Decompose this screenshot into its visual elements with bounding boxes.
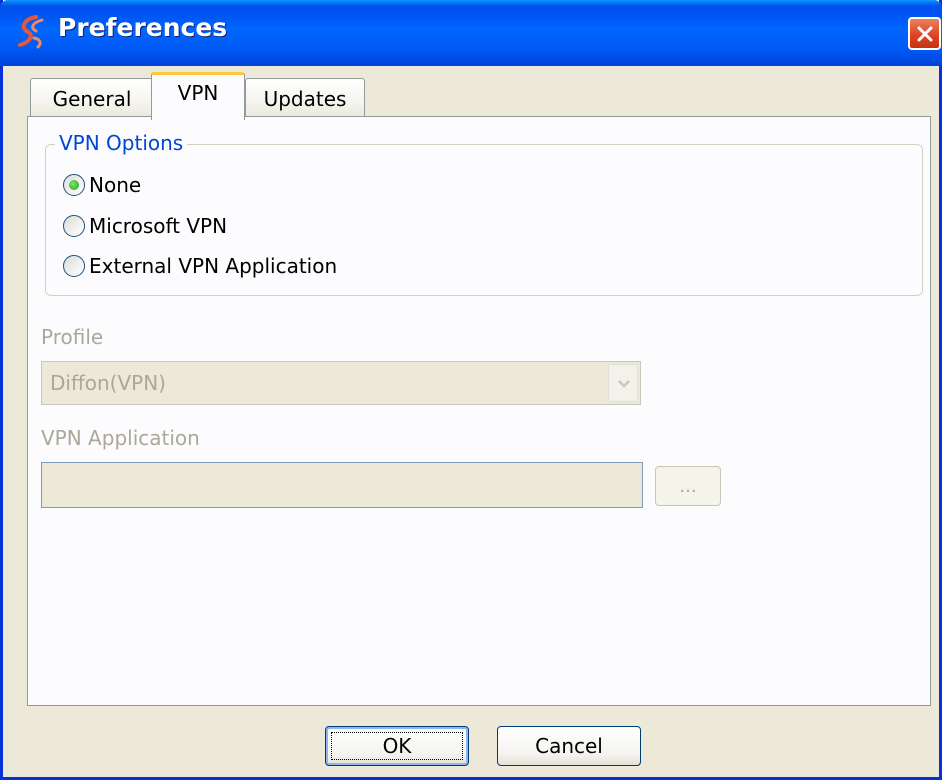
app-logo-icon bbox=[18, 15, 44, 49]
tab-updates-label: Updates bbox=[263, 86, 347, 111]
focus-rectangle bbox=[331, 732, 463, 760]
radio-selected-dot bbox=[69, 180, 79, 190]
close-button[interactable] bbox=[908, 17, 941, 50]
profile-dropdown-button[interactable] bbox=[608, 364, 638, 402]
vpn-application-label: VPN Application bbox=[41, 426, 200, 450]
vpn-options-title: VPN Options bbox=[55, 131, 188, 155]
tab-updates[interactable]: Updates bbox=[245, 78, 365, 118]
radio-none-button[interactable] bbox=[63, 174, 85, 196]
browse-button[interactable]: ... bbox=[655, 466, 721, 506]
preferences-window: Preferences General VPN Updates VPN Opti… bbox=[0, 0, 942, 780]
radio-none-label: None bbox=[89, 173, 142, 197]
cancel-button[interactable]: Cancel bbox=[497, 726, 641, 766]
radio-external-vpn[interactable]: External VPN Application bbox=[63, 251, 337, 281]
close-icon bbox=[917, 26, 933, 42]
chevron-down-icon bbox=[618, 380, 630, 388]
tab-vpn[interactable]: VPN bbox=[151, 72, 245, 120]
title-bar[interactable]: Preferences bbox=[0, 0, 942, 66]
profile-dropdown[interactable]: Diffon(VPN) bbox=[41, 361, 641, 405]
radio-microsoft-vpn-label: Microsoft VPN bbox=[89, 214, 228, 238]
ok-button[interactable]: OK bbox=[325, 726, 469, 766]
tab-vpn-label: VPN bbox=[177, 81, 219, 105]
tab-general-label: General bbox=[52, 86, 132, 111]
radio-none[interactable]: None bbox=[63, 170, 141, 200]
radio-microsoft-vpn-button[interactable] bbox=[63, 215, 85, 237]
profile-selected-value: Diffon(VPN) bbox=[50, 371, 166, 395]
profile-label: Profile bbox=[41, 325, 104, 349]
radio-microsoft-vpn[interactable]: Microsoft VPN bbox=[63, 211, 227, 241]
cancel-button-label: Cancel bbox=[535, 734, 603, 758]
radio-external-vpn-label: External VPN Application bbox=[89, 254, 338, 278]
vpn-application-input[interactable] bbox=[41, 462, 643, 508]
radio-external-vpn-button[interactable] bbox=[63, 255, 85, 277]
window-title: Preferences bbox=[58, 13, 228, 42]
tab-general[interactable]: General bbox=[30, 78, 154, 118]
